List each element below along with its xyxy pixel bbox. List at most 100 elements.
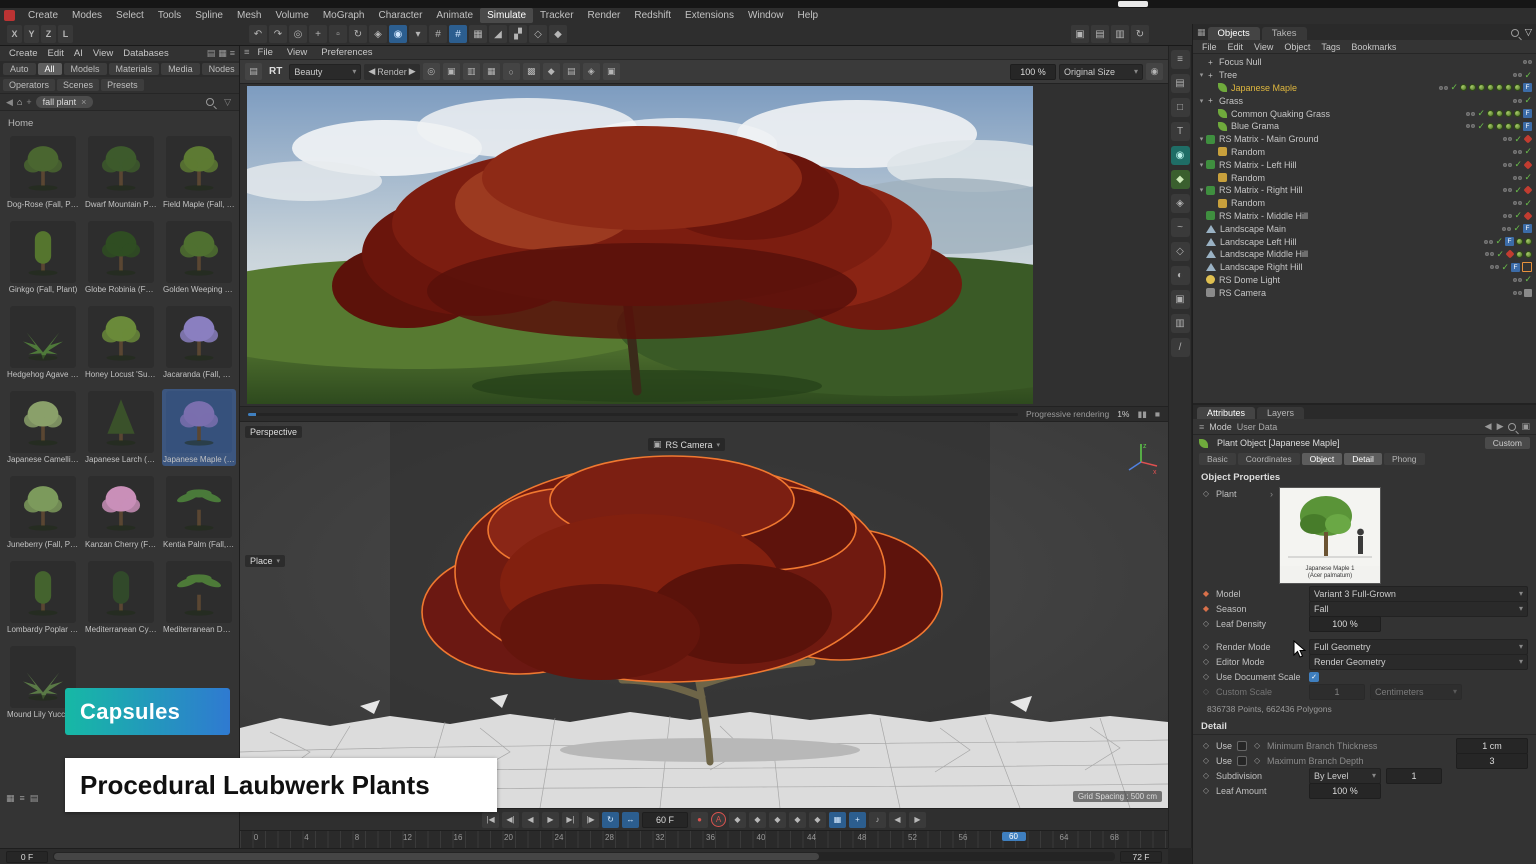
object-row-landscape-middle-hill[interactable]: Landscape Middle Hill✓ [1193,248,1536,261]
enabled-check-icon[interactable]: ✓ [1514,211,1522,220]
material-sphere-icon[interactable] [1496,84,1503,91]
om-menu-tags[interactable]: Tags [1316,40,1345,54]
visibility-dots[interactable] [1513,201,1522,205]
expand-arrow-icon[interactable]: ▾ [1197,135,1206,143]
assets-tab-presets[interactable]: Presets [101,79,144,91]
fields-tag-icon[interactable]: F [1523,122,1532,131]
visibility-dots[interactable] [1439,86,1448,90]
render-settings-icon[interactable]: ▥ [1111,25,1129,43]
material-sphere-icon[interactable] [1505,110,1512,117]
keyframe-filter-button[interactable]: + [849,812,866,828]
frame-tick[interactable]: 52 [901,833,925,842]
back-arrow-icon[interactable]: ◀ [1485,421,1492,432]
render-history-nav[interactable]: ◀ Render ▶ [364,64,419,80]
plant-preview-thumbnail[interactable]: Japanese Maple 1 (Acer palmatum) [1279,487,1381,584]
object-row-random[interactable]: Random✓ [1193,146,1536,159]
render-visibility-dot[interactable] [1471,112,1475,116]
volume-builder-icon[interactable]: ◆ [1171,170,1190,189]
object-row-rs-matrix-right-hill[interactable]: ▾RS Matrix - Right Hill✓ [1193,184,1536,197]
range-start-field[interactable]: 0 F [6,851,48,863]
prev-marker-button[interactable]: ◀ [889,812,906,828]
anim-dot[interactable]: ◇ [1201,489,1211,498]
mirror-tool-icon[interactable]: ▞ [509,25,527,43]
search-icon[interactable] [206,98,214,106]
frame-tick[interactable]: 12 [396,833,420,842]
fields-tag-icon[interactable]: F [1511,263,1520,272]
render-pass-dropdown[interactable]: Beauty▾ [289,64,361,80]
asset-item-ginkgo-fall-plant[interactable]: Ginkgo (Fall, Plant) [6,219,80,296]
menu-simulate[interactable]: Simulate [480,8,533,23]
redshift-material-icon[interactable] [1523,160,1532,169]
om-filter-icon[interactable]: ▽ [1525,27,1532,38]
anim-diamond-icon[interactable]: ◇ [1201,642,1211,651]
menu-spline[interactable]: Spline [188,8,230,23]
om-tab-objects[interactable]: Objects [1208,27,1260,40]
axis-l-button[interactable]: L [58,25,73,43]
menu-help[interactable]: Help [791,8,826,23]
frame-tick[interactable]: 24 [547,833,571,842]
assets-menu-create[interactable]: Create [4,48,43,59]
render-visibility-dot[interactable] [1495,265,1499,269]
prev-render-icon[interactable]: ◀ [368,66,375,77]
grid-overlay-icon[interactable]: ▦ [483,63,500,80]
render-visibility-dot[interactable] [1489,240,1493,244]
mograph-icon[interactable]: ◇ [1171,242,1190,261]
editor-visibility-dot[interactable] [1503,137,1507,141]
enabled-check-icon[interactable]: ✓ [1501,263,1509,272]
object-row-random[interactable]: Random✓ [1193,171,1536,184]
frame-tick[interactable]: 64 [1052,833,1076,842]
attr-category-coordinates[interactable]: Coordinates [1238,453,1300,465]
gear-icon[interactable]: ◈ [1171,194,1190,213]
asset-item-japanese-larch-fall-pl[interactable]: Japanese Larch (Fall, Pl... [84,389,158,466]
fields-tag-icon[interactable]: F [1523,83,1532,92]
attr-category-basic[interactable]: Basic [1199,453,1236,465]
key-parameter-button[interactable]: ◆ [789,812,806,828]
frame-tick[interactable]: 8 [345,833,369,842]
asset-item-lombardy-poplar-fall[interactable]: Lombardy Poplar (Fall... [6,559,80,636]
leaf-density-field[interactable]: 100 % [1309,616,1381,632]
axis-y-button[interactable]: Y [24,25,39,43]
region-render-icon[interactable]: ▩ [523,63,540,80]
render-visibility-dot[interactable] [1508,214,1512,218]
attr-tab-attributes[interactable]: Attributes [1197,407,1255,419]
menu-tracker[interactable]: Tracker [533,8,581,23]
object-row-common-quaking-grass[interactable]: Common Quaking Grass✓F [1193,107,1536,120]
anim-diamond-icon[interactable]: ◇ [1201,619,1211,628]
asset-item-globe-robinia-fall-pl[interactable]: Globe Robinia (Fall, Pl... [84,219,158,296]
assets-menu-view[interactable]: View [88,48,118,59]
panel-burger-icon[interactable]: ▦ [1197,27,1206,40]
place-tool-label[interactable]: Place▾ [245,555,285,567]
rotate-tool-icon[interactable]: ↻ [349,25,367,43]
material-sphere-icon[interactable] [1514,84,1521,91]
render-visibility-dot[interactable] [1518,150,1522,154]
enabled-check-icon[interactable]: ✓ [1524,199,1532,208]
menu-animate[interactable]: Animate [429,8,480,23]
material-sphere-icon[interactable] [1487,110,1494,117]
capsule-icon[interactable]: ◇ [529,25,547,43]
object-row-rs-dome-light[interactable]: RS Dome Light✓ [1193,274,1536,287]
anim-diamond-icon[interactable]: ◇ [1201,687,1211,696]
autokey-button[interactable]: A [711,812,726,827]
om-menu-view[interactable]: View [1249,40,1278,54]
visibility-dots[interactable] [1466,124,1475,128]
info-view-icon[interactable]: ▤ [30,793,39,804]
frame-tick[interactable]: 40 [749,833,773,842]
anim-diamond-icon[interactable]: ◇ [1201,771,1211,780]
material-sphere-icon[interactable] [1496,123,1503,130]
menu-character[interactable]: Character [372,8,430,23]
play-button[interactable]: ▶ [542,812,559,828]
material-sphere-icon[interactable] [1487,123,1494,130]
key-scale-button[interactable]: ◆ [749,812,766,828]
back-icon[interactable]: ◀ [6,97,13,108]
render-visibility-dot[interactable] [1518,278,1522,282]
frame-tick[interactable]: 32 [648,833,672,842]
expand-arrow-icon[interactable]: ▾ [1197,71,1206,79]
anim-diamond-icon[interactable]: ◇ [1201,657,1211,666]
frame-tick[interactable]: 36 [699,833,723,842]
sound-button[interactable]: ♪ [869,812,886,828]
render-visibility-dot[interactable] [1518,291,1522,295]
app-logo[interactable] [4,10,15,21]
visibility-dots[interactable] [1513,99,1522,103]
material-sphere-icon[interactable] [1505,84,1512,91]
expand-arrow-icon[interactable]: ▾ [1197,161,1206,169]
